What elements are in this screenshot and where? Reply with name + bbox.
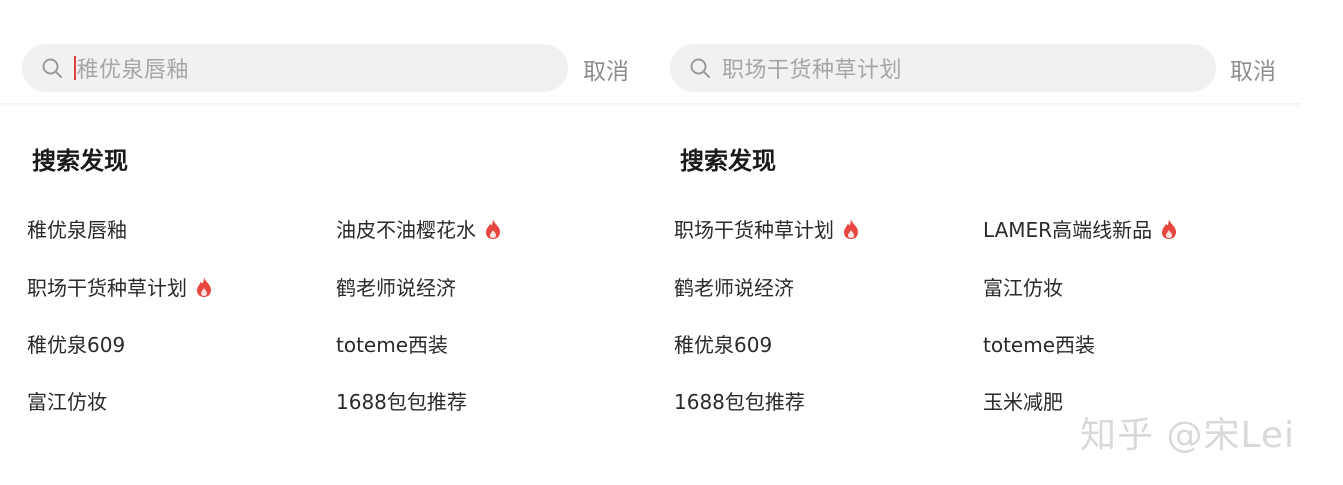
search-input[interactable]: 职场干货种草计划	[670, 44, 1216, 92]
section-title: 搜索发现	[32, 147, 128, 175]
search-suggestion[interactable]: toteme西装	[983, 329, 1095, 358]
screenshot-stage: 稚优泉唇釉 取消 搜索发现 稚优泉唇釉 油皮不油樱花水 职场干货种草计划 鹤老师…	[0, 0, 1343, 485]
suggestion-label: 1688包包推荐	[336, 390, 467, 414]
suggestion-label: 玉米减肥	[983, 390, 1063, 414]
search-suggestion[interactable]: 玉米减肥	[983, 386, 1063, 415]
suggestion-label: 1688包包推荐	[674, 390, 805, 414]
search-suggestion[interactable]: 油皮不油樱花水	[336, 214, 502, 243]
suggestion-label: 富江仿妆	[27, 390, 107, 414]
search-placeholder: 职场干货种草计划	[722, 58, 903, 83]
suggestion-label: toteme西装	[983, 333, 1096, 357]
text-caret	[74, 56, 76, 80]
search-suggestion[interactable]: 富江仿妆	[983, 272, 1063, 301]
suggestion-label: 鹤老师说经济	[336, 276, 456, 300]
search-input[interactable]: 稚优泉唇釉	[22, 44, 568, 92]
suggestion-label: 富江仿妆	[983, 276, 1063, 300]
search-suggestion[interactable]: LAMER高端线新品	[983, 214, 1178, 243]
fire-icon	[1160, 218, 1178, 240]
fire-icon	[842, 218, 860, 240]
cancel-button[interactable]: 取消	[583, 52, 629, 86]
suggestion-label: 稚优泉609	[674, 333, 773, 357]
fire-icon	[484, 218, 502, 240]
search-icon	[686, 54, 714, 82]
suggestion-label: 鹤老师说经济	[674, 276, 794, 300]
search-suggestion[interactable]: 鹤老师说经济	[674, 272, 794, 301]
search-suggestion[interactable]: 稚优泉609	[674, 329, 772, 358]
search-icon	[38, 54, 66, 82]
search-suggestion[interactable]: 鹤老师说经济	[336, 272, 456, 301]
search-suggestion[interactable]: 职场干货种草计划	[27, 272, 213, 301]
suggestion-label: toteme西装	[336, 333, 449, 357]
section-title: 搜索发现	[680, 147, 776, 175]
fire-icon	[195, 276, 213, 298]
suggestion-label: 稚优泉唇釉	[27, 218, 127, 242]
search-suggestion[interactable]: 1688包包推荐	[336, 386, 467, 415]
suggestion-label: 油皮不油樱花水	[336, 218, 476, 242]
suggestion-label: 稚优泉609	[27, 333, 126, 357]
suggestion-label: LAMER高端线新品	[983, 218, 1153, 242]
search-suggestion[interactable]: toteme西装	[336, 329, 448, 358]
suggestion-label: 职场干货种草计划	[27, 276, 187, 300]
search-suggestion[interactable]: 稚优泉609	[27, 329, 125, 358]
suggestion-label: 职场干货种草计划	[674, 218, 834, 242]
left-search-panel: 稚优泉唇釉 取消 搜索发现 稚优泉唇釉 油皮不油樱花水 职场干货种草计划 鹤老师…	[0, 0, 650, 485]
search-placeholder: 稚优泉唇釉	[76, 58, 190, 83]
search-suggestion[interactable]: 富江仿妆	[27, 386, 107, 415]
search-suggestion[interactable]: 1688包包推荐	[674, 386, 805, 415]
watermark: 知乎 @宋Lei	[1080, 415, 1296, 456]
search-suggestion[interactable]: 稚优泉唇釉	[27, 214, 127, 243]
search-suggestion[interactable]: 职场干货种草计划	[674, 214, 860, 243]
cancel-button[interactable]: 取消	[1230, 52, 1276, 86]
